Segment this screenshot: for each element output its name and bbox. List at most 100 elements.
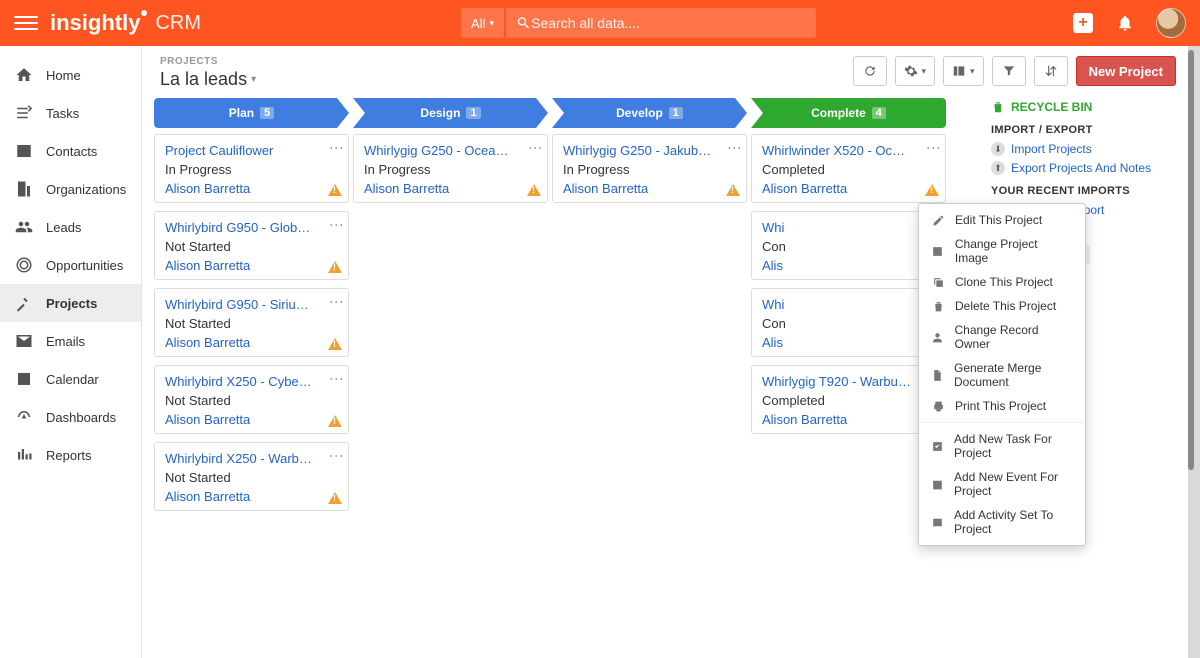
- avatar[interactable]: [1156, 8, 1186, 38]
- context-menu-item[interactable]: Delete This Project: [919, 294, 1085, 318]
- topbar: insightly CRM All ▾ +: [0, 0, 1200, 46]
- project-card[interactable]: Whirlwinder X520 - Oceanic A...Completed…: [751, 134, 946, 203]
- card-owner[interactable]: Alison Barretta: [563, 181, 736, 196]
- context-menu-item[interactable]: Change Project Image: [919, 232, 1085, 270]
- card-title[interactable]: Whirlygig G250 - Oceanic Airli...: [364, 143, 514, 158]
- card-more-icon[interactable]: ⋮: [929, 141, 939, 153]
- project-card[interactable]: WhiConAlis⋮: [751, 211, 946, 280]
- sidebar-item-label: Tasks: [46, 106, 79, 121]
- refresh-button[interactable]: [853, 56, 887, 86]
- card-owner[interactable]: Alison Barretta: [165, 181, 338, 196]
- filter-button[interactable]: [992, 56, 1026, 86]
- card-owner[interactable]: Alison Barretta: [762, 181, 935, 196]
- caret-down-icon: ▾: [251, 74, 256, 85]
- warning-icon: [328, 492, 342, 506]
- column-header[interactable]: Develop 1: [552, 98, 747, 128]
- card-owner[interactable]: Alison Barretta: [364, 181, 537, 196]
- sidebar-item-leads[interactable]: Leads: [0, 208, 141, 246]
- search-area: All ▾: [461, 8, 816, 38]
- sort-button[interactable]: [1034, 56, 1068, 86]
- card-title[interactable]: Whirlwinder X520 - Oceanic A...: [762, 143, 912, 158]
- project-card[interactable]: Whirlybird X250 - Cyberdyne ... Not Start…: [154, 365, 349, 434]
- card-title[interactable]: Whirlygig T920 - Warbucks In...: [762, 374, 912, 389]
- new-project-button[interactable]: New Project: [1076, 56, 1176, 86]
- card-title[interactable]: Whirlygig G250 - Jakubowski ...: [563, 143, 713, 158]
- module-label: CRM: [155, 12, 201, 35]
- column-header[interactable]: Plan 5: [154, 98, 349, 128]
- project-card[interactable]: Whirlybird G950 - Globex - Al...Not Star…: [154, 211, 349, 280]
- sidebar-item-projects[interactable]: Projects: [0, 284, 141, 322]
- card-title[interactable]: Whi: [762, 220, 912, 235]
- card-more-icon[interactable]: ⋮: [332, 372, 342, 384]
- topbar-right: +: [1072, 8, 1186, 38]
- card-owner[interactable]: Alison Barretta: [165, 335, 338, 350]
- context-menu-item[interactable]: Add New Task For Project: [919, 427, 1085, 465]
- content: PROJECTS La la leads ▾ ▾ ▾ New Project: [142, 46, 1200, 658]
- add-button[interactable]: +: [1072, 12, 1094, 34]
- search-scope-dropdown[interactable]: All ▾: [461, 8, 504, 38]
- notifications-button[interactable]: [1114, 12, 1136, 34]
- context-menu-item[interactable]: Clone This Project: [919, 270, 1085, 294]
- card-title[interactable]: Project Cauliflower: [165, 143, 315, 158]
- scrollbar-thumb[interactable]: [1188, 50, 1194, 470]
- card-more-icon[interactable]: ⋮: [531, 141, 541, 153]
- context-menu-item[interactable]: Edit This Project: [919, 208, 1085, 232]
- card-more-icon[interactable]: ⋮: [332, 218, 342, 230]
- card-status: In Progress: [364, 162, 537, 177]
- card-status: Not Started: [165, 393, 338, 408]
- sidebar-item-dashboards[interactable]: Dashboards: [0, 398, 141, 436]
- menu-icon[interactable]: [14, 11, 38, 35]
- recycle-bin-link[interactable]: RECYCLE BIN: [991, 100, 1170, 114]
- search-input[interactable]: [531, 15, 806, 31]
- export-projects-link[interactable]: ⬆Export Projects And Notes: [991, 161, 1170, 175]
- card-more-icon[interactable]: ⋮: [332, 141, 342, 153]
- sidebar-item-contacts[interactable]: Contacts: [0, 132, 141, 170]
- card-owner[interactable]: Alis: [762, 335, 935, 350]
- sidebar-item-emails[interactable]: Emails: [0, 322, 141, 360]
- card-title[interactable]: Whirlybird G950 - Sirius Corp....: [165, 297, 315, 312]
- settings-button[interactable]: ▾: [895, 56, 936, 86]
- card-more-icon[interactable]: ⋮: [332, 295, 342, 307]
- main-area: Home Tasks Contacts Organizations Leads …: [0, 46, 1200, 658]
- card-title[interactable]: Whirlybird X250 - Cyberdyne ...: [165, 374, 315, 389]
- sidebar-item-home[interactable]: Home: [0, 56, 141, 94]
- card-owner[interactable]: Alison Barretta: [762, 412, 935, 427]
- view-selector[interactable]: La la leads ▾: [160, 69, 256, 90]
- sidebar-item-reports[interactable]: Reports: [0, 436, 141, 474]
- card-more-icon[interactable]: ⋮: [730, 141, 740, 153]
- search-box[interactable]: [506, 8, 816, 38]
- card-title[interactable]: Whi: [762, 297, 912, 312]
- sidebar-item-organizations[interactable]: Organizations: [0, 170, 141, 208]
- context-menu-item[interactable]: Add Activity Set To Project: [919, 503, 1085, 541]
- card-title[interactable]: Whirlybird X250 - Warbucks In...: [165, 451, 315, 466]
- project-card[interactable]: Whirlybird X250 - Warbucks In...Not Star…: [154, 442, 349, 511]
- brand-logo[interactable]: insightly: [50, 10, 147, 36]
- card-owner[interactable]: Alison Barretta: [165, 489, 338, 504]
- project-card[interactable]: Whirlybird G950 - Sirius Corp....Not Sta…: [154, 288, 349, 357]
- context-menu-item[interactable]: Add New Event For Project: [919, 465, 1085, 503]
- column-header[interactable]: Design 1: [353, 98, 548, 128]
- card-owner[interactable]: Alis: [762, 258, 935, 273]
- layout-button[interactable]: ▾: [943, 56, 984, 86]
- sidebar-item-calendar[interactable]: Calendar: [0, 360, 141, 398]
- project-card[interactable]: Whirlygig G250 - Oceanic Airli... In Prog…: [353, 134, 548, 203]
- card-owner[interactable]: Alison Barretta: [165, 258, 338, 273]
- sidebar-item-label: Contacts: [46, 144, 97, 159]
- card-owner[interactable]: Alison Barretta: [165, 412, 338, 427]
- card-more-icon[interactable]: ⋮: [332, 449, 342, 461]
- project-card[interactable]: Whirlygig T920 - Warbucks In...Completed…: [751, 365, 946, 434]
- column-header[interactable]: Complete 4: [751, 98, 946, 128]
- context-menu-item[interactable]: Generate Merge Document: [919, 356, 1085, 394]
- scrollbar[interactable]: [1188, 46, 1194, 658]
- context-menu-item[interactable]: Change Record Owner: [919, 318, 1085, 356]
- import-projects-link[interactable]: ⬇Import Projects: [991, 142, 1170, 156]
- project-card[interactable]: WhiConAlis⋮: [751, 288, 946, 357]
- project-card[interactable]: Project CauliflowerIn ProgressAlison Bar…: [154, 134, 349, 203]
- sidebar-item-tasks[interactable]: Tasks: [0, 94, 141, 132]
- section-title: YOUR RECENT IMPORTS: [991, 185, 1170, 197]
- sidebar-item-opportunities[interactable]: Opportunities: [0, 246, 141, 284]
- project-card[interactable]: Whirlygig G250 - Jakubowski ...In Progre…: [552, 134, 747, 203]
- board-area: Plan 5 Project CauliflowerIn ProgressAli…: [154, 98, 987, 519]
- card-title[interactable]: Whirlybird G950 - Globex - Al...: [165, 220, 315, 235]
- context-menu-item[interactable]: Print This Project: [919, 394, 1085, 418]
